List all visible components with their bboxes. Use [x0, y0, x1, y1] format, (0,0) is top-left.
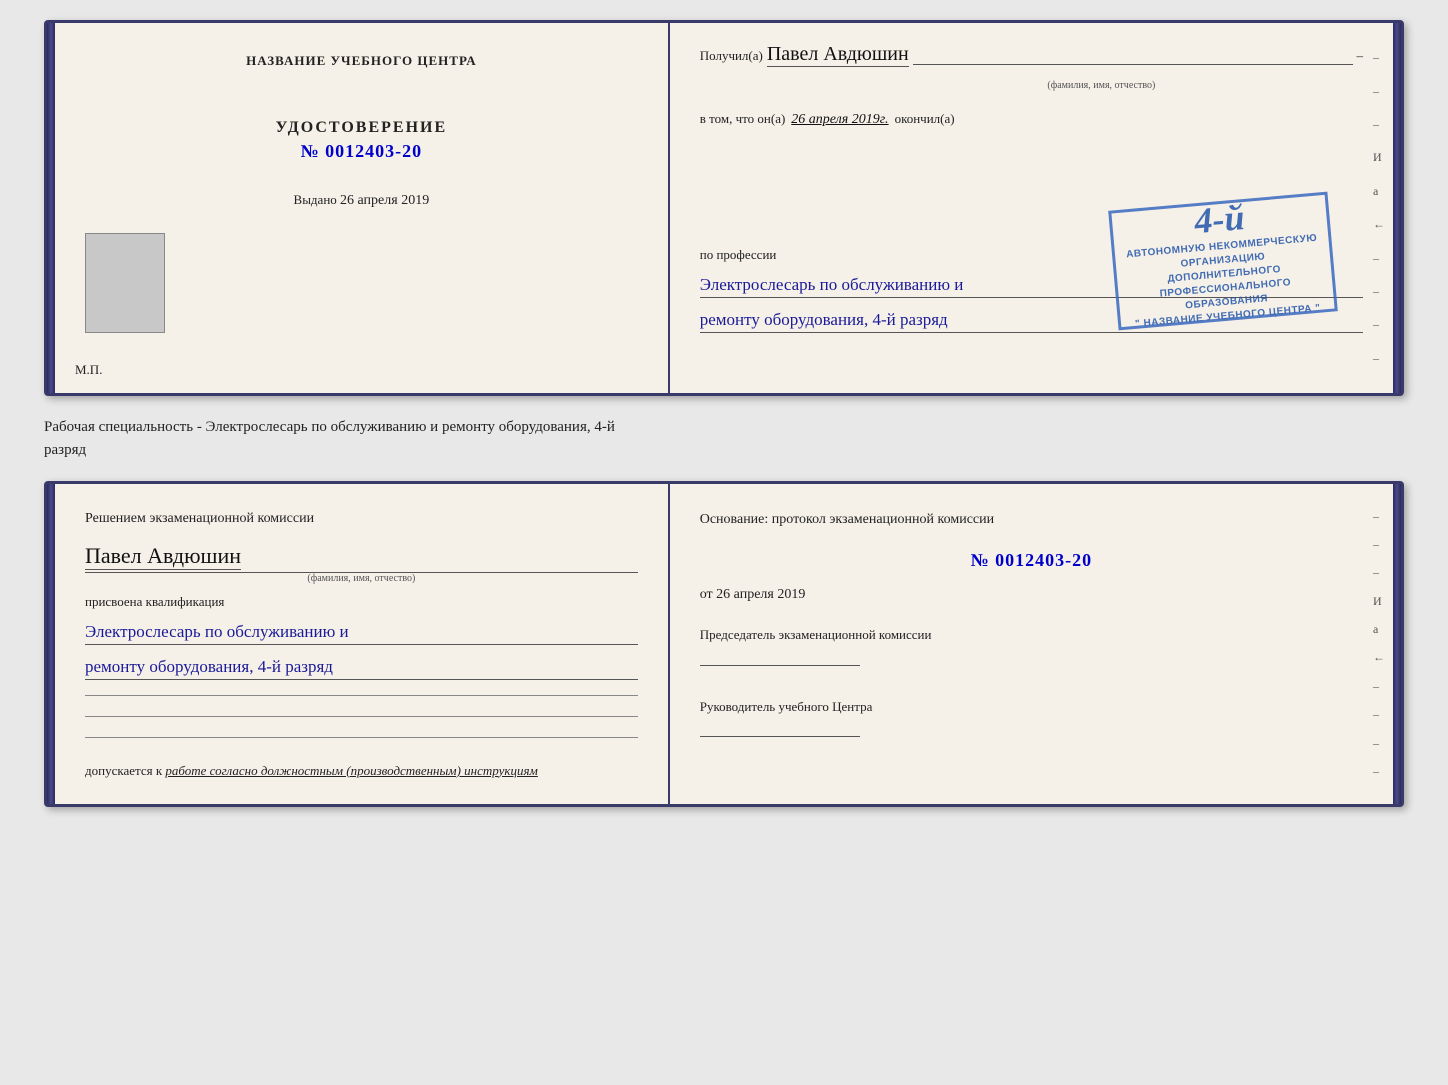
book-spine-left — [47, 23, 55, 393]
allow-text: допускается к работе согласно должностны… — [85, 763, 638, 779]
finished-date: 26 апреля 2019г. — [791, 112, 888, 128]
left-page-top: НАЗВАНИЕ УЧЕБНОГО ЦЕНТРА УДОСТОВЕРЕНИЕ №… — [55, 23, 670, 393]
recipient-name: Павел Авдюшин — [767, 43, 909, 67]
allowed-value: работе согласно должностным (производств… — [165, 763, 537, 778]
bottom-name-subtitle: (фамилия, имя, отчество) — [85, 573, 638, 584]
director-block: Руководитель учебного Центра — [700, 697, 1363, 742]
blank-line-3 — [85, 737, 638, 738]
bottom-certificate-book: Решением экзаменационной комиссии Павел … — [44, 481, 1404, 807]
received-label: Получил(а) — [700, 48, 763, 64]
decision-title: Решением экзаменационной комиссии — [85, 509, 638, 529]
issued-label: Выдано — [294, 192, 337, 207]
side-decorations-bottom: – – – И а ← – – – – — [1373, 484, 1385, 804]
basis-date-row: от 26 апреля 2019 — [700, 587, 1363, 603]
director-title: Руководитель учебного Центра — [700, 697, 1363, 717]
cert-number: № 0012403-20 — [301, 141, 423, 162]
chairman-sig-line — [700, 665, 860, 666]
director-sig-line — [700, 736, 860, 737]
side-decorations-top: – – – И а ← – – – – — [1373, 23, 1385, 393]
photo-placeholder — [85, 233, 165, 333]
bottom-name: Павел Авдюшин — [85, 543, 241, 570]
issued-date: 26 апреля 2019 — [340, 193, 429, 208]
middle-description: Рабочая специальность - Электрослесарь п… — [44, 416, 1404, 461]
middle-text-line2: разряд — [44, 439, 1404, 462]
bottom-left-page: Решением экзаменационной комиссии Павел … — [55, 484, 670, 804]
book-spine-bottom-left — [47, 484, 55, 804]
basis-label: Основание: протокол экзаменационной коми… — [700, 509, 1363, 530]
basis-date-label: от — [700, 587, 713, 602]
blank-line-1 — [85, 695, 638, 696]
stamp-grade: 4-й — [1193, 196, 1246, 242]
name-subtitle-top: (фамилия, имя, отчество) — [1047, 80, 1155, 91]
qual-line1: Электрослесарь по обслуживанию и — [85, 622, 638, 645]
chairman-block: Председатель экзаменационной комиссии — [700, 625, 1363, 670]
book-spine-bottom-right — [1393, 484, 1401, 804]
finished-label: окончил(а) — [895, 111, 955, 127]
allowed-label: допускается к — [85, 763, 162, 778]
chairman-title: Председатель экзаменационной комиссии — [700, 625, 1363, 645]
cert-type-label: УДОСТОВЕРЕНИЕ — [276, 119, 448, 137]
middle-text-line1: Рабочая специальность - Электрослесарь п… — [44, 416, 1404, 439]
organization-stamp: 4-й АВТОНОМНУЮ НЕКОММЕРЧЕСКУЮ ОРГАНИЗАЦИ… — [1108, 192, 1338, 331]
basis-date: 26 апреля 2019 — [716, 587, 805, 602]
basis-number: № 0012403-20 — [700, 550, 1363, 571]
qual-line2: ремонту оборудования, 4-й разряд — [85, 657, 638, 680]
in-that-label: в том, что он(а) — [700, 111, 786, 127]
book-spine-right — [1393, 23, 1401, 393]
bottom-right-page: Основание: протокол экзаменационной коми… — [670, 484, 1393, 804]
school-name-title: НАЗВАНИЕ УЧЕБНОГО ЦЕНТРА — [246, 53, 477, 69]
right-page-top: Получил(а) Павел Авдюшин – (фамилия, имя… — [670, 23, 1393, 393]
blank-line-2 — [85, 716, 638, 717]
received-row: Получил(а) Павел Авдюшин – — [700, 43, 1363, 67]
top-certificate-book: НАЗВАНИЕ УЧЕБНОГО ЦЕНТРА УДОСТОВЕРЕНИЕ №… — [44, 20, 1404, 396]
assigned-label: присвоена квалификация — [85, 594, 638, 610]
issued-line: Выдано 26 апреля 2019 — [294, 192, 430, 209]
mp-label: М.П. — [75, 362, 102, 378]
